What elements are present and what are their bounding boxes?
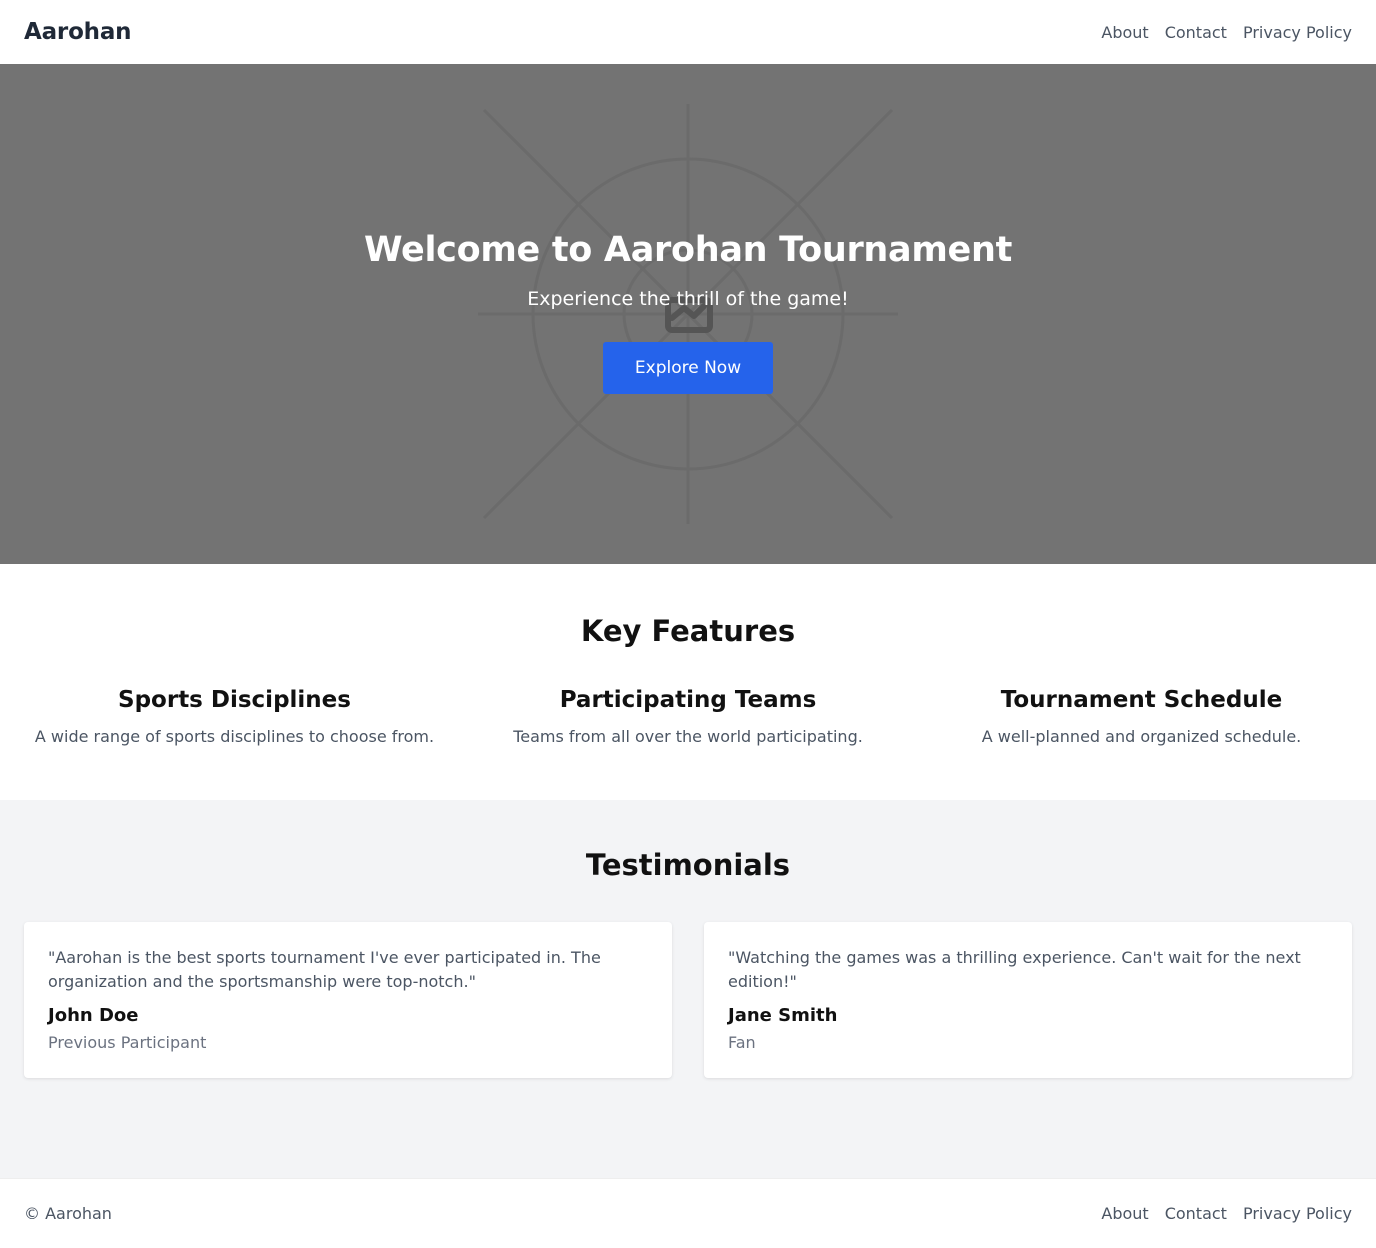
brand-logo[interactable]: Aarohan <box>24 19 132 45</box>
testimonial-quote: "Aarohan is the best sports tournament I… <box>48 948 601 991</box>
header-nav: About Contact Privacy Policy <box>1101 23 1352 42</box>
footer-nav: About Contact Privacy Policy <box>1101 1204 1352 1223</box>
feature-card: Participating Teams Teams from all over … <box>478 686 899 748</box>
testimonial-author: John Doe <box>48 1005 139 1026</box>
feature-description: A wide range of sports disciplines to ch… <box>34 727 435 746</box>
testimonial-author: Jane Smith <box>728 1005 838 1026</box>
footer-link-contact[interactable]: Contact <box>1165 1204 1227 1223</box>
feature-card: Sports Disciplines A wide range of sport… <box>24 686 445 748</box>
testimonial-grid: "Aarohan is the best sports tournament I… <box>0 922 1376 1078</box>
hero-content: Welcome to Aarohan Tournament Experience… <box>0 64 1376 564</box>
testimonial-role: Previous Participant <box>48 1033 207 1052</box>
feature-description: Teams from all over the world participat… <box>513 727 863 746</box>
feature-title: Participating Teams <box>559 687 817 713</box>
feature-title: Tournament Schedule <box>1000 687 1283 713</box>
hero-section: Welcome to Aarohan Tournament Experience… <box>0 64 1376 564</box>
site-header: Aarohan About Contact Privacy Policy <box>0 0 1376 64</box>
testimonials-title: Testimonials <box>585 848 791 882</box>
explore-now-button[interactable]: Explore Now <box>603 342 773 394</box>
footer-link-privacy-policy[interactable]: Privacy Policy <box>1243 1204 1352 1223</box>
features-section: Key Features Sports Disciplines A wide r… <box>0 564 1376 800</box>
feature-card: Tournament Schedule A well-planned and o… <box>931 686 1352 748</box>
hero-subtitle: Experience the thrill of the game! <box>527 288 849 310</box>
hero-title: Welcome to Aarohan Tournament <box>363 230 1013 270</box>
testimonial-card: "Aarohan is the best sports tournament I… <box>24 922 672 1078</box>
nav-link-about[interactable]: About <box>1101 23 1148 42</box>
feature-description: A well-planned and organized schedule. <box>981 727 1302 746</box>
site-footer: © Aarohan About Contact Privacy Policy <box>0 1178 1376 1248</box>
testimonial-role: Fan <box>728 1033 756 1052</box>
testimonials-section: Testimonials "Aarohan is the best sports… <box>0 800 1376 1178</box>
testimonial-card: "Watching the games was a thrilling expe… <box>704 922 1352 1078</box>
testimonial-quote: "Watching the games was a thrilling expe… <box>728 948 1301 991</box>
copyright-text: © Aarohan <box>24 1204 112 1223</box>
footer-link-about[interactable]: About <box>1101 1204 1148 1223</box>
nav-link-privacy-policy[interactable]: Privacy Policy <box>1243 23 1352 42</box>
nav-link-contact[interactable]: Contact <box>1165 23 1227 42</box>
feature-title: Sports Disciplines <box>118 687 351 713</box>
feature-grid: Sports Disciplines A wide range of sport… <box>0 686 1376 748</box>
features-title: Key Features <box>580 614 796 648</box>
